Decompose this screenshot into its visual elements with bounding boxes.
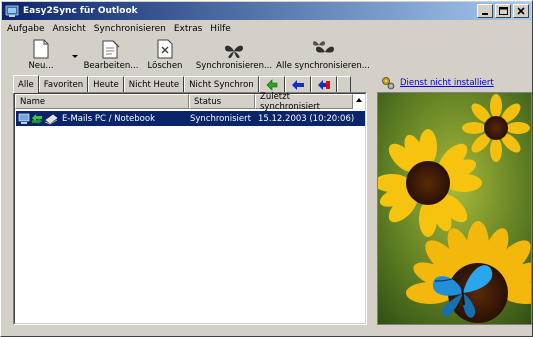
new-button[interactable]: Neu... xyxy=(24,37,58,73)
edit-button-label: Bearbeiten... xyxy=(83,61,139,71)
maximize-icon xyxy=(498,7,508,15)
menu-bar: Aufgabe Ansicht Synchronisieren Extras H… xyxy=(2,20,531,37)
menu-synchronisieren[interactable]: Synchronisieren xyxy=(90,24,170,34)
tab-nicht-synchron[interactable]: Nicht Synchron xyxy=(184,76,259,92)
delete-document-icon xyxy=(157,37,173,59)
column-last-sync[interactable]: Zuletzt synchronisiert xyxy=(255,92,353,112)
tab-alle[interactable]: Alle xyxy=(13,75,39,93)
sync-button[interactable]: Synchronisieren... xyxy=(196,37,272,73)
column-name[interactable]: Name xyxy=(15,94,189,109)
scroll-up-arrow-icon[interactable] xyxy=(353,94,365,106)
app-icon xyxy=(5,4,19,18)
sync-all-button-label: Alle synchronisieren... xyxy=(276,61,370,71)
title-bar[interactable]: Easy2Sync für Outlook xyxy=(2,2,531,20)
menu-aufgabe[interactable]: Aufgabe xyxy=(4,24,49,34)
table-row[interactable]: E-Mails PC / Notebook Synchronisiert 15.… xyxy=(16,111,365,126)
row-last-sync: 15.12.2003 (10:20:06) xyxy=(258,113,355,124)
notebook-icon xyxy=(44,114,58,125)
list-header: Name Status Zuletzt synchronisiert xyxy=(15,92,353,112)
close-button[interactable] xyxy=(513,4,529,18)
gears-icon xyxy=(382,77,395,90)
menu-hilfe[interactable]: Hilfe xyxy=(206,24,234,34)
service-status: Dienst nicht installiert xyxy=(381,76,494,90)
row-status: Synchronisiert xyxy=(190,113,251,124)
filter-tabs: Alle Favoriten Heute Nicht Heute Nicht S… xyxy=(13,74,351,93)
edit-document-icon xyxy=(101,37,121,59)
delete-button[interactable]: Löschen xyxy=(144,37,186,73)
new-document-icon xyxy=(33,37,49,59)
sync-jobs-list[interactable]: Name Status Zuletzt synchronisiert E-Mai… xyxy=(13,92,367,325)
service-not-installed-link[interactable]: Dienst nicht installiert xyxy=(400,78,494,88)
close-icon xyxy=(517,7,525,15)
tab-favoriten[interactable]: Favoriten xyxy=(38,76,89,92)
tab-blank[interactable] xyxy=(336,76,351,92)
window-title: Easy2Sync für Outlook xyxy=(23,6,138,16)
pc-icon xyxy=(18,113,30,124)
app-window: Easy2Sync für Outlook Aufgabe Ansicht Sy… xyxy=(0,0,533,337)
butterfly-icon xyxy=(223,37,245,59)
menu-ansicht[interactable]: Ansicht xyxy=(49,24,90,34)
sunflower-butterfly-image xyxy=(377,92,532,325)
butterflies-icon xyxy=(311,37,335,59)
tab-blue-arrow[interactable] xyxy=(284,76,311,92)
maximize-button[interactable] xyxy=(495,4,511,18)
new-dropdown-arrow-icon[interactable] xyxy=(72,55,78,58)
toolbar: Neu... Bearbeiten... Löschen Synchronisi… xyxy=(2,37,531,75)
conflict-arrow-icon xyxy=(317,79,330,90)
tab-conflict[interactable] xyxy=(310,76,337,92)
menu-extras[interactable]: Extras xyxy=(170,24,206,34)
edit-button[interactable]: Bearbeiten... xyxy=(84,37,138,73)
sync-button-label: Synchronisieren... xyxy=(195,61,273,71)
sync-arrows-icon xyxy=(32,113,42,124)
tab-green-sync[interactable] xyxy=(258,76,285,92)
tab-nicht-heute[interactable]: Nicht Heute xyxy=(123,76,185,92)
minimize-icon xyxy=(482,13,488,15)
blue-arrow-left-icon xyxy=(291,79,304,90)
column-status[interactable]: Status xyxy=(189,94,255,109)
delete-button-label: Löschen xyxy=(147,61,183,71)
tab-heute[interactable]: Heute xyxy=(88,76,124,92)
minimize-button[interactable] xyxy=(477,4,493,18)
green-sync-icon xyxy=(266,78,278,91)
new-button-label: Neu... xyxy=(28,61,54,71)
sync-all-button[interactable]: Alle synchronisieren... xyxy=(276,37,370,73)
row-name: E-Mails PC / Notebook xyxy=(62,113,156,124)
